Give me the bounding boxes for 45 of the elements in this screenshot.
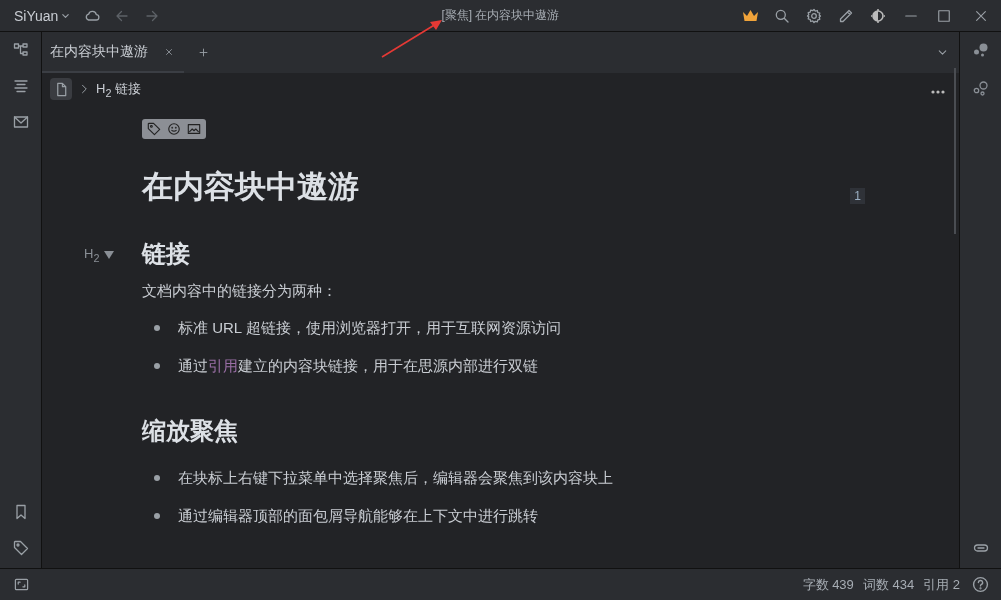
collapse-triangle-icon[interactable] [104, 250, 115, 259]
window-title: [聚焦] 在内容块中遨游 [441, 8, 560, 22]
section-heading: 链接 [142, 240, 190, 267]
pencil-icon[interactable] [838, 7, 854, 24]
focus-frame-icon[interactable] [14, 577, 29, 592]
more-icon[interactable] [931, 89, 945, 94]
annotation-arrow [381, 20, 442, 58]
settings-icon[interactable] [806, 7, 822, 24]
tag-icon[interactable] [147, 122, 161, 136]
scrollbar[interactable] [954, 68, 956, 234]
breadcrumb-item[interactable]: H$_{2}$ 链接 [96, 79, 142, 99]
paragraph: 文档内容中的链接分为两种： [142, 282, 338, 301]
app-menu-button[interactable]: SiYuan [14, 7, 71, 24]
list-item-text: 通过编辑器顶部的面包屑导航能够在上下文中进行跳转 [178, 506, 538, 526]
close-icon[interactable] [974, 8, 988, 23]
section-heading: 缩放聚焦 [142, 417, 238, 444]
graph-circles-icon[interactable] [971, 80, 990, 98]
outline-tree-icon[interactable] [12, 42, 29, 58]
maximize-icon[interactable] [937, 8, 951, 23]
word-count: 词数 434 [862, 575, 915, 594]
contrast-icon[interactable] [870, 7, 886, 24]
help-icon[interactable] [972, 576, 989, 593]
caret-icon [61, 11, 71, 20]
add-tab-icon[interactable] [198, 47, 209, 58]
heading-level-label[interactable]: H$_{2}$ [84, 246, 100, 264]
crown-icon[interactable] [741, 9, 759, 22]
bullet-icon[interactable] [154, 325, 160, 331]
smiley-icon[interactable] [167, 122, 181, 136]
block-reference-link[interactable]: 引用 [208, 356, 238, 374]
document-title: 在内容块中遨游 [142, 168, 359, 206]
bullet-icon[interactable] [154, 363, 160, 369]
align-lines-icon[interactable] [12, 78, 29, 94]
bullet-icon[interactable] [154, 513, 160, 519]
image-icon[interactable] [187, 122, 201, 136]
word-count: 引用 2 [923, 575, 960, 594]
list-item-text: 标准 URL 超链接，使用浏览器打开，用于互联网资源访问 [178, 318, 561, 338]
mail-icon[interactable] [12, 114, 29, 130]
close-tab-icon[interactable] [164, 46, 174, 57]
search-icon[interactable] [774, 7, 790, 24]
word-count: 字数 439 [802, 575, 854, 594]
tag-icon[interactable] [12, 540, 29, 556]
list-item-text: 在块标上右键下拉菜单中选择聚焦后，编辑器会聚焦到该内容块上 [178, 468, 613, 488]
bullet-icon[interactable] [154, 475, 160, 481]
list-item-text: 通过引用建立的内容块链接，用于在思源内部进行双链 [178, 356, 538, 376]
reference-count[interactable]: 1 [850, 188, 865, 204]
